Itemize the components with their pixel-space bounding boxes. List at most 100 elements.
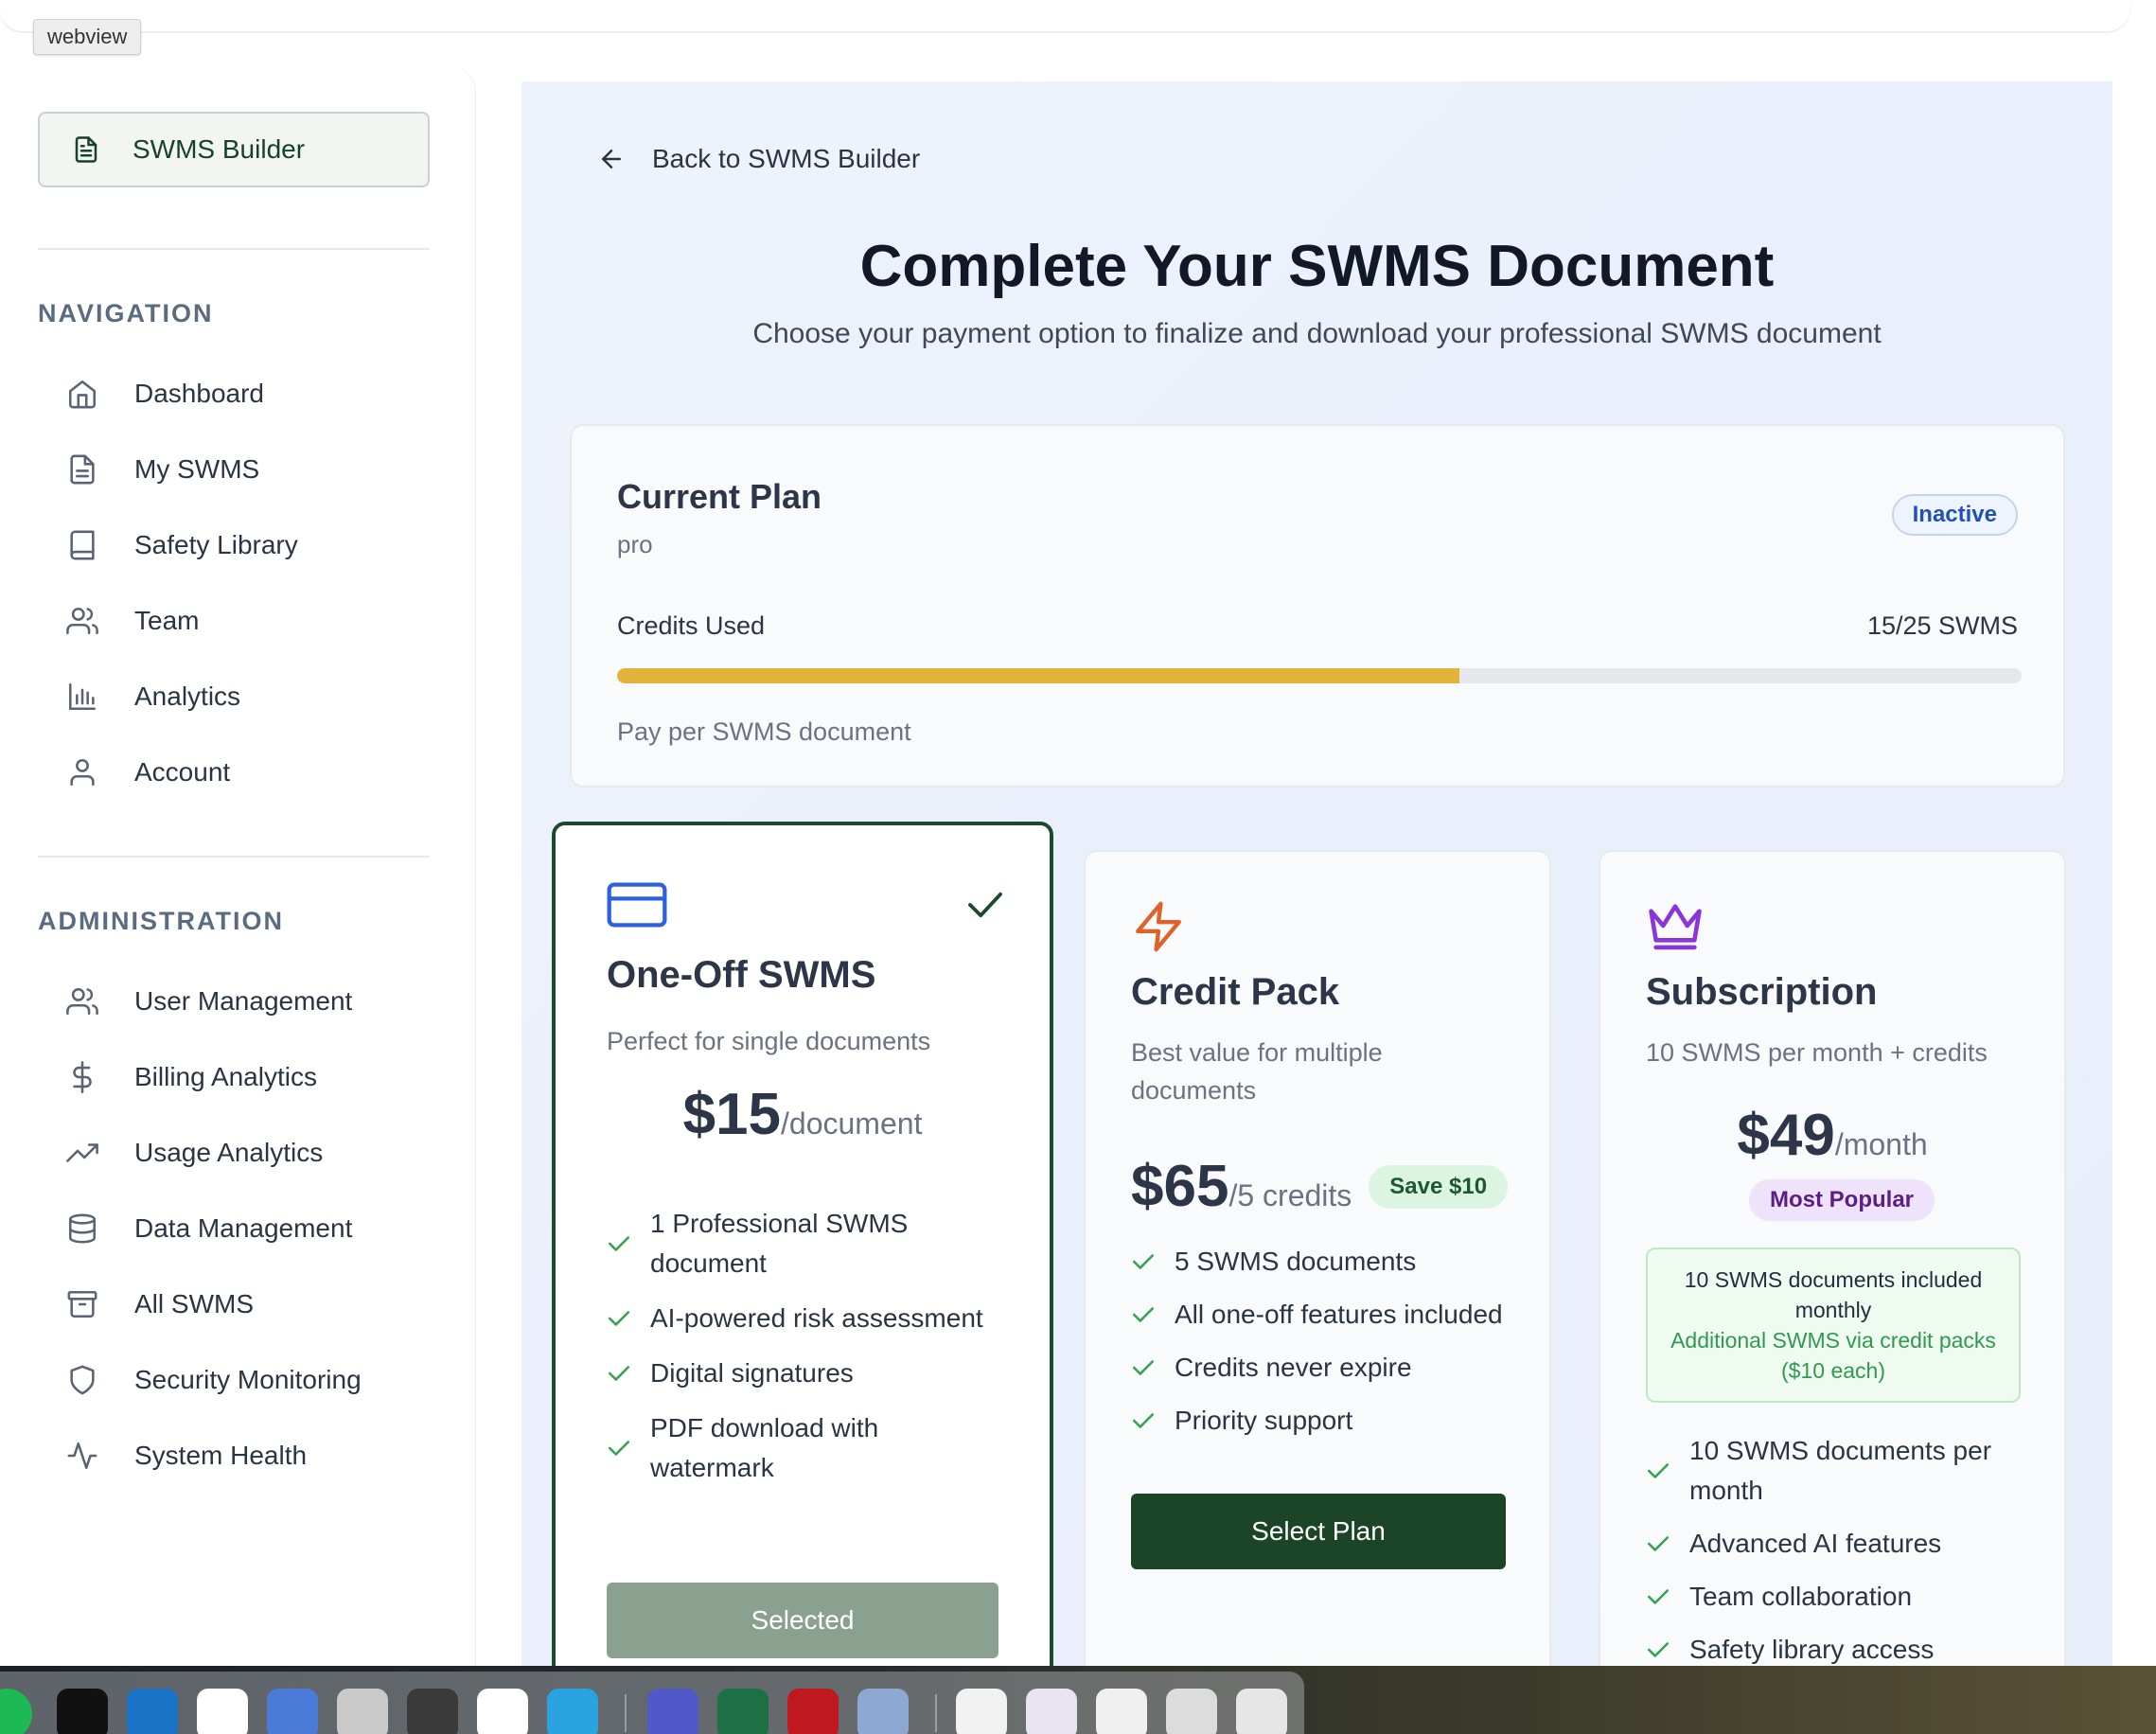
nav-label: Account (134, 757, 231, 787)
preview-app-icon[interactable] (857, 1689, 909, 1734)
nav-item-account[interactable]: Account (66, 744, 230, 801)
nav-item-system-health[interactable]: System Health (66, 1427, 307, 1484)
included-sub-text: Additional SWMS via credit packs ($10 ea… (1670, 1328, 1996, 1383)
selected-button[interactable]: Selected (607, 1583, 998, 1658)
activity-icon (67, 1442, 97, 1470)
most-popular-badge: Most Popular (1749, 1179, 1935, 1221)
credits-used-value: 15/25 SWMS (1866, 611, 2018, 640)
current-plan-tier: pro (617, 530, 653, 558)
brand-label: SWMS Builder (133, 134, 306, 164)
feature-label: Advanced AI features (1689, 1529, 1942, 1558)
feature-list: 1 Professional SWMS document AI-powered … (607, 1204, 985, 1488)
nav-item-security-monitoring[interactable]: Security Monitoring (66, 1352, 362, 1408)
document-thumbnail-icon[interactable] (1166, 1689, 1217, 1734)
feature-label: All one-off features included (1175, 1300, 1503, 1329)
back-link[interactable]: Back to SWMS Builder (597, 144, 920, 174)
slack-app-icon[interactable] (477, 1689, 528, 1734)
iphone-mirroring-app-icon[interactable] (337, 1689, 388, 1734)
document-thumbnail-icon[interactable] (956, 1689, 1007, 1734)
current-plan-card: Current Plan pro Inactive Credits Used 1… (570, 424, 2065, 787)
acrobat-app-icon[interactable] (787, 1689, 839, 1734)
feature-label: AI-powered risk assessment (650, 1303, 983, 1333)
nav-label: Data Management (134, 1213, 353, 1243)
check-icon (1647, 1463, 1670, 1478)
price-unit: /document (781, 1106, 923, 1141)
feature-item: 5 SWMS documents (1131, 1242, 1529, 1282)
document-thumbnail-icon[interactable] (1026, 1689, 1077, 1734)
nav-item-safety-library[interactable]: Safety Library (66, 517, 298, 574)
plan-description: Best value for multiple documents (1131, 1038, 1383, 1105)
database-icon (68, 1213, 97, 1244)
price-row: $65 /5 credits Save $10 (1131, 1153, 1509, 1220)
credit-card-icon (607, 882, 667, 928)
webview-tooltip: webview (33, 19, 142, 55)
feature-list: 5 SWMS documents All one-off features in… (1131, 1242, 1529, 1441)
nav-item-data-management[interactable]: Data Management (66, 1200, 352, 1257)
calculator-app-icon[interactable] (407, 1689, 458, 1734)
select-plan-button[interactable]: Select Plan (1131, 1494, 1506, 1569)
nav-item-usage-analytics[interactable]: Usage Analytics (66, 1124, 323, 1181)
main-content: Back to SWMS Builder Complete Your SWMS … (521, 81, 2112, 1692)
sidebar-divider (38, 856, 430, 858)
feature-label: Team collaboration (1689, 1582, 1913, 1611)
bar-chart-icon (68, 682, 97, 711)
nav-item-billing-analytics[interactable]: Billing Analytics (66, 1049, 317, 1106)
nav-item-dashboard[interactable]: Dashboard (66, 365, 264, 422)
plan-card-credit-pack[interactable]: Credit Pack Best value for multiple docu… (1084, 850, 1551, 1692)
outlook-app-icon[interactable] (127, 1689, 178, 1734)
nav-label: All SWMS (134, 1289, 254, 1318)
nav-label: Analytics (134, 681, 241, 711)
browser-top-bar (0, 0, 2129, 32)
nav-item-my-swms[interactable]: My SWMS (66, 441, 259, 498)
navigation-section-title: NAVIGATION (38, 299, 214, 327)
page-title: Complete Your SWMS Document (859, 234, 1775, 299)
feature-label: Safety library access (1689, 1635, 1935, 1664)
safari-app-icon[interactable] (267, 1689, 318, 1734)
arrow-left-icon (602, 150, 621, 168)
price-amount: $65 (1131, 1154, 1229, 1219)
check-icon (1132, 1307, 1155, 1322)
feature-item: Safety library access (1646, 1630, 2024, 1670)
back-link-label: Back to SWMS Builder (652, 144, 921, 173)
nav-item-all-swms[interactable]: All SWMS (66, 1276, 254, 1333)
feature-label: 5 SWMS documents (1175, 1247, 1417, 1276)
plan-description: 10 SWMS per month + credits (1646, 1038, 1988, 1067)
dollar-icon (73, 1061, 92, 1093)
users-icon (66, 987, 98, 1016)
feature-item: 1 Professional SWMS document (607, 1204, 985, 1283)
feature-item: AI-powered risk assessment (607, 1299, 985, 1338)
terminal-app-icon[interactable] (57, 1689, 108, 1734)
plan-card-one-off[interactable]: One-Off SWMS Perfect for single document… (552, 822, 1053, 1692)
nav-label: Security Monitoring (134, 1365, 362, 1394)
check-icon (1132, 1254, 1155, 1269)
nav-item-team[interactable]: Team (66, 593, 199, 649)
page-subtitle: Choose your payment option to finalize a… (752, 318, 1882, 349)
sidebar: SWMS Builder NAVIGATION Dashboard My SWM… (0, 66, 476, 1666)
plan-card-subscription[interactable]: Subscription 10 SWMS per month + credits… (1599, 850, 2066, 1692)
dock-separator (935, 1694, 937, 1732)
chatgpt-app-icon[interactable] (197, 1689, 248, 1734)
nav-item-user-management[interactable]: User Management (66, 973, 352, 1030)
save-badge: Save $10 (1369, 1164, 1509, 1209)
brand-button[interactable]: SWMS Builder (38, 112, 430, 187)
check-icon (1647, 1642, 1670, 1657)
check-icon (1132, 1413, 1155, 1428)
teams-app-icon[interactable] (647, 1689, 698, 1734)
telegram-app-icon[interactable] (547, 1689, 598, 1734)
current-plan-note: Pay per SWMS document (617, 717, 911, 746)
nav-item-analytics[interactable]: Analytics (66, 668, 240, 725)
price-unit: /month (1834, 1127, 1928, 1161)
document-thumbnail-icon[interactable] (1096, 1689, 1147, 1734)
excel-app-icon[interactable] (717, 1689, 769, 1734)
plan-title: One-Off SWMS (607, 954, 876, 996)
feature-label: Priority support (1175, 1406, 1353, 1435)
feature-item: Team collaboration (1646, 1577, 2024, 1617)
credits-progress-fill (617, 668, 1460, 683)
crown-icon (1649, 904, 1702, 950)
check-icon (608, 1366, 630, 1381)
archive-icon (67, 1290, 97, 1318)
check-icon (608, 1441, 630, 1456)
document-icon (70, 454, 95, 485)
dock (0, 1666, 2156, 1734)
trash-icon[interactable] (1236, 1689, 1287, 1734)
